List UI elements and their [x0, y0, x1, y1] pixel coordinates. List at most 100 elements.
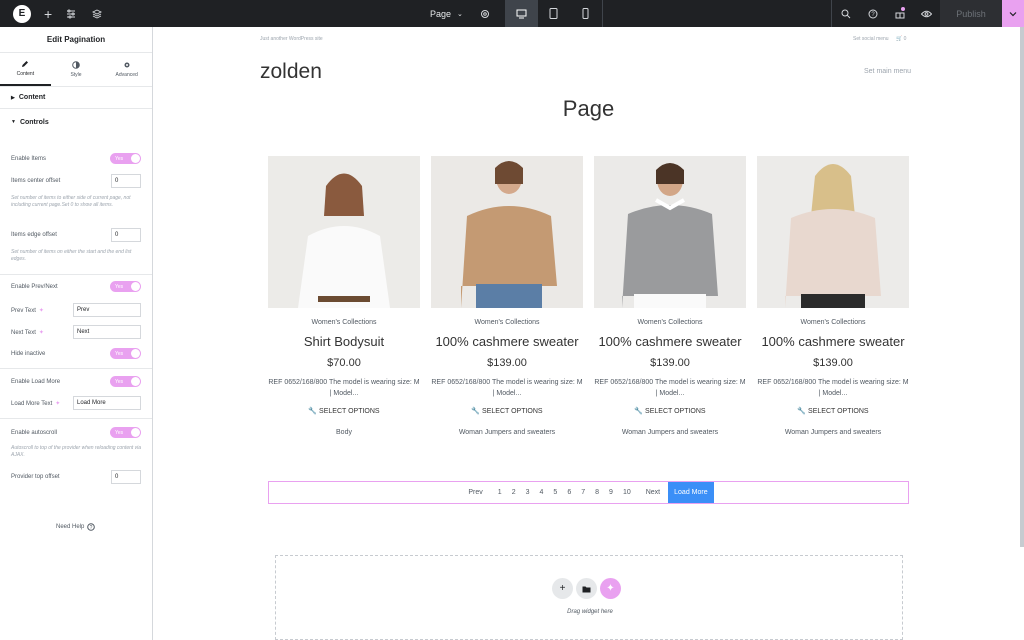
pagination-page[interactable]: 4 [535, 489, 549, 496]
product-tags[interactable]: Woman Jumpers and sweaters [431, 429, 583, 436]
enable-load-more-toggle[interactable]: Yes [110, 376, 141, 387]
mobile-view-icon[interactable] [570, 0, 602, 27]
product-card: Women's Collections 100% cashmere sweate… [431, 156, 583, 436]
pagination-prev[interactable]: Prev [463, 489, 487, 496]
pagination-page[interactable]: 6 [562, 489, 576, 496]
notification-dot [901, 7, 905, 11]
product-tags[interactable]: Woman Jumpers and sweaters [594, 429, 746, 436]
structure-layers-icon[interactable] [92, 0, 103, 27]
product-name[interactable]: Shirt Bodysuit [268, 335, 420, 349]
search-icon[interactable] [832, 0, 859, 27]
select-options-button[interactable]: 🔧 SELECT OPTIONS [757, 407, 909, 415]
page-settings-gear-icon[interactable] [473, 0, 497, 27]
enable-autoscroll-toggle[interactable]: Yes [110, 427, 141, 438]
desktop-view-icon[interactable] [505, 0, 538, 27]
pagination-page[interactable]: 2 [507, 489, 521, 496]
product-name[interactable]: 100% cashmere sweater [431, 335, 583, 349]
page-selector[interactable]: Page ⌄ [420, 9, 473, 19]
canvas-scrollbar[interactable] [1020, 27, 1024, 547]
next-text-input[interactable]: Next [73, 325, 141, 339]
product-category[interactable]: Women's Collections [594, 319, 746, 326]
pagination-page[interactable]: 8 [590, 489, 604, 496]
add-element-icon[interactable]: + [44, 0, 52, 27]
control-hint: Autoscroll to top of the provider when r… [11, 445, 142, 458]
product-image[interactable] [594, 156, 746, 308]
product-name[interactable]: 100% cashmere sweater [757, 335, 909, 349]
load-more-text-label: Load More Text [11, 400, 53, 407]
ai-sparkle-icon[interactable]: ✦ [39, 330, 44, 336]
provider-top-offset-input[interactable]: 0 [111, 470, 141, 484]
publish-options-chevron-icon[interactable] [1002, 0, 1024, 27]
product-card: Women's Collections 100% cashmere sweate… [757, 156, 909, 436]
ai-sparkle-icon[interactable]: ✦ [55, 401, 60, 407]
section-controls-header[interactable]: ▼ Controls [0, 109, 152, 135]
pagination-page[interactable]: 1 [493, 489, 507, 496]
prev-text-label: Prev Text [11, 307, 36, 314]
whats-new-gift-icon[interactable] [886, 0, 913, 27]
social-menu[interactable]: Set social menu 🛒 0 [853, 36, 906, 42]
device-switcher: Page ⌄ [420, 0, 603, 27]
site-settings-icon[interactable] [66, 0, 76, 27]
select-options-button[interactable]: 🔧 SELECT OPTIONS [431, 407, 583, 415]
widget-drop-zone[interactable]: + ✦ Drag widget here [275, 555, 903, 640]
elementor-logo[interactable]: E [13, 4, 31, 23]
page-title: Page [562, 96, 615, 121]
tab-style[interactable]: Style [51, 53, 102, 86]
tab-advanced[interactable]: Advanced [101, 53, 152, 86]
pagination-page[interactable]: 10 [618, 489, 636, 496]
right-toolbar: ? Publish [831, 0, 1024, 27]
pencil-icon [22, 61, 29, 67]
preview-eye-icon[interactable] [913, 0, 940, 27]
pagination-page[interactable]: 7 [576, 489, 590, 496]
main-menu[interactable]: Set main menu [864, 68, 911, 75]
tablet-view-icon[interactable] [538, 0, 570, 27]
control-prev-text: Prev Text ✦ Prev [11, 303, 141, 317]
items-center-offset-input[interactable]: 0 [111, 174, 141, 188]
product-description: REF 0652/168/800 The model is wearing si… [594, 379, 746, 397]
section-content-header[interactable]: ▶ Content [0, 87, 152, 109]
control-enable-autoscroll: Enable autoscroll Yes [11, 427, 141, 438]
items-edge-offset-input[interactable]: 0 [111, 228, 141, 242]
prev-text-input[interactable]: Prev [73, 303, 141, 317]
site-title[interactable]: zolden [260, 60, 322, 84]
ai-sparkle-icon[interactable]: ✦ [600, 578, 621, 599]
product-name[interactable]: 100% cashmere sweater [594, 335, 746, 349]
select-options-button[interactable]: 🔧 SELECT OPTIONS [268, 407, 420, 415]
control-enable-items: Enable Items Yes [11, 153, 141, 164]
need-help-link[interactable]: Need Help ? [56, 523, 96, 531]
wrench-icon: 🔧 [471, 408, 481, 415]
tab-content[interactable]: Content [0, 53, 51, 86]
publish-button[interactable]: Publish [940, 0, 1002, 27]
pagination-widget[interactable]: Prev 1 2 3 4 5 6 7 8 9 10 Next Load More [268, 481, 909, 504]
product-category[interactable]: Women's Collections [431, 319, 583, 326]
product-image[interactable] [431, 156, 583, 308]
product-image[interactable] [757, 156, 909, 308]
product-tags[interactable]: Body [268, 429, 420, 436]
load-more-button[interactable]: Load More [668, 482, 714, 503]
cart-icon[interactable]: 🛒 [896, 36, 902, 42]
tab-content-label: Content [16, 71, 35, 77]
pagination-next[interactable]: Next [641, 489, 665, 496]
product-image[interactable] [268, 156, 420, 308]
product-category[interactable]: Women's Collections [757, 319, 909, 326]
pagination-page[interactable]: 3 [521, 489, 535, 496]
load-more-text-input[interactable]: Load More [73, 396, 141, 410]
control-hint: Set number of items on either the start … [11, 249, 132, 262]
pagination-page[interactable]: 9 [604, 489, 618, 496]
control-label: Items center offset [11, 178, 61, 184]
help-icon[interactable]: ? [859, 0, 886, 27]
add-section-plus-icon[interactable]: + [552, 578, 573, 599]
enable-prevnext-toggle[interactable]: Yes [110, 281, 141, 292]
control-items-edge-offset: Items edge offset 0 [11, 228, 141, 242]
divider [0, 418, 152, 419]
product-category[interactable]: Women's Collections [268, 319, 420, 326]
enable-items-toggle[interactable]: Yes [110, 153, 141, 164]
hide-inactive-toggle[interactable]: Yes [110, 348, 141, 359]
product-tags[interactable]: Woman Jumpers and sweaters [757, 429, 909, 436]
template-library-folder-icon[interactable] [576, 578, 597, 599]
tab-style-label: Style [70, 72, 82, 78]
pagination-page[interactable]: 5 [548, 489, 562, 496]
select-options-button[interactable]: 🔧 SELECT OPTIONS [594, 407, 746, 415]
ai-sparkle-icon[interactable]: ✦ [39, 308, 44, 314]
wrench-icon: 🔧 [797, 408, 807, 415]
